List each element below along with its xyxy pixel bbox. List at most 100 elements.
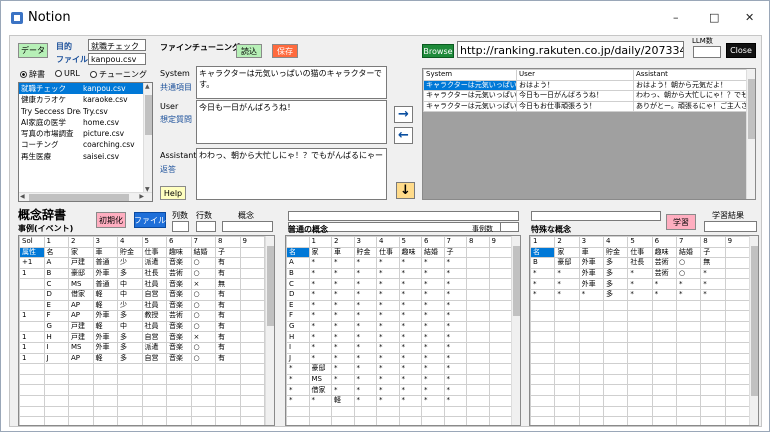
arrow-left-button[interactable]: ←	[394, 127, 413, 144]
list-item[interactable]: AI家庭の医学 home.csv	[19, 117, 152, 128]
table-row[interactable]: E AP 軽少社員 音楽 ○ 有	[19, 299, 265, 312]
table-cell[interactable]	[466, 394, 490, 407]
radio-tuning[interactable]: チューニング	[90, 69, 147, 80]
list-item[interactable]: Try Seccess DreamTry.csv	[19, 106, 152, 117]
table-cell[interactable]: *	[627, 278, 653, 290]
table-cell[interactable]: *	[353, 384, 377, 396]
table-cell[interactable]	[443, 405, 467, 418]
table-cell[interactable]: 借家	[308, 384, 332, 396]
table-cell[interactable]	[466, 384, 490, 396]
table-cell[interactable]	[700, 310, 726, 322]
table-cell[interactable]: *	[331, 363, 355, 375]
table-cell[interactable]	[700, 394, 726, 407]
table-cell[interactable]	[488, 416, 512, 425]
table-cell[interactable]	[92, 416, 118, 425]
table-cell[interactable]: *	[530, 267, 556, 280]
table-cell[interactable]	[19, 288, 45, 301]
table-cell[interactable]: ×	[190, 331, 216, 343]
table-cell[interactable]: 軽	[331, 394, 355, 407]
table-cell[interactable]	[92, 405, 118, 418]
table-cell[interactable]: 軽	[92, 288, 118, 301]
table-cell[interactable]	[19, 394, 45, 407]
table-cell[interactable]: B	[286, 267, 310, 280]
table-cell[interactable]: 音楽	[166, 299, 192, 312]
table-cell[interactable]	[700, 341, 726, 354]
assistant-prompt-input[interactable]: わわっ、朝から大忙しにゃ！？でもがんばるにゃー	[196, 148, 387, 200]
table-cell[interactable]	[675, 416, 702, 425]
table-cell[interactable]: 結婚	[675, 246, 702, 259]
table-cell[interactable]	[488, 299, 512, 312]
table-cell[interactable]	[578, 310, 604, 322]
help-button[interactable]: Help	[160, 186, 186, 200]
table-cell[interactable]: 普通	[92, 257, 118, 269]
table-cell[interactable]	[166, 363, 192, 375]
table-cell[interactable]: A	[286, 257, 310, 269]
table-cell[interactable]: *	[376, 278, 400, 290]
table-cell[interactable]	[651, 352, 677, 365]
table-cell[interactable]: *	[421, 394, 445, 407]
table-cell[interactable]	[466, 352, 490, 365]
table-cell[interactable]: 外車	[92, 310, 118, 322]
table-cell[interactable]	[117, 416, 143, 425]
table-cell[interactable]	[488, 341, 512, 354]
table-cell[interactable]: *	[398, 299, 422, 312]
table-row[interactable]: A * * * * * * *	[286, 257, 512, 269]
scroll-left-icon[interactable]: ◀	[20, 193, 25, 200]
table-cell[interactable]: *	[331, 288, 355, 301]
table-cell[interactable]: J	[43, 352, 69, 365]
table-cell[interactable]	[19, 363, 45, 375]
instance-count-input[interactable]	[500, 222, 519, 232]
table-cell[interactable]	[602, 341, 629, 354]
table-cell[interactable]: 多	[117, 331, 143, 343]
table-cell[interactable]: 子	[443, 246, 467, 259]
table-cell[interactable]	[466, 278, 490, 290]
list-item[interactable]: 写真の市場調査 picture.csv	[19, 128, 152, 139]
table-cell[interactable]	[308, 405, 332, 418]
table-cell[interactable]	[215, 384, 241, 396]
column-header[interactable]: 8	[215, 236, 241, 248]
table-cell[interactable]	[141, 373, 167, 386]
table-cell[interactable]: *	[286, 394, 310, 407]
table-cell[interactable]	[724, 352, 751, 365]
table-row[interactable]: 1 F AP 外車多教授 芸術 ○ 有	[19, 310, 265, 322]
table-row[interactable]: キャラクターは元気いっぱいの... 今日もお仕事頑張ろう！ ありがとー。頑張るに…	[423, 100, 749, 113]
table-cell[interactable]: *	[443, 384, 467, 396]
table-row[interactable]: H * * * * * * *	[286, 331, 512, 343]
table-cell[interactable]	[421, 416, 445, 425]
table-cell[interactable]: *	[353, 352, 377, 365]
table-cell[interactable]	[190, 405, 216, 418]
table-cell[interactable]	[421, 405, 445, 418]
table-row[interactable]: キャラクターは元気いっぱいの... 今日も一日がんばろうね！ わわっ、朝から大忙…	[423, 90, 749, 102]
column-header[interactable]: 9	[488, 236, 512, 248]
table-cell[interactable]	[627, 320, 653, 333]
table-cell[interactable]: *	[554, 278, 580, 290]
table-cell[interactable]	[19, 405, 45, 418]
table-cell[interactable]: 多	[117, 341, 143, 354]
table-cell[interactable]	[239, 331, 265, 343]
table-cell[interactable]	[466, 310, 490, 322]
table-cell[interactable]: *	[398, 257, 422, 269]
table-cell[interactable]	[141, 363, 167, 375]
table-cell[interactable]: 多	[117, 352, 143, 365]
column-header[interactable]: 2	[68, 236, 94, 248]
table-row[interactable]	[530, 352, 751, 365]
table-cell[interactable]: *	[376, 341, 400, 354]
column-header[interactable]: 7	[443, 236, 467, 248]
table-cell[interactable]: MS	[68, 278, 94, 290]
table-cell[interactable]: 1	[19, 352, 45, 365]
table-cell[interactable]	[554, 384, 580, 396]
table-cell[interactable]	[675, 341, 702, 354]
table-cell[interactable]: *	[331, 320, 355, 333]
table-cell[interactable]	[554, 352, 580, 365]
table-cell[interactable]	[554, 341, 580, 354]
table-cell[interactable]	[627, 416, 653, 425]
table-cell[interactable]: 自営	[141, 352, 167, 365]
table-cell[interactable]: *	[308, 288, 332, 301]
table-cell[interactable]	[578, 331, 604, 343]
table-cell[interactable]	[724, 278, 751, 290]
table-cell[interactable]: 戸建	[68, 257, 94, 269]
table-cell[interactable]: 少	[117, 299, 143, 312]
table-cell[interactable]	[724, 405, 751, 418]
table-cell[interactable]	[675, 352, 702, 365]
table-cell[interactable]	[43, 363, 69, 375]
